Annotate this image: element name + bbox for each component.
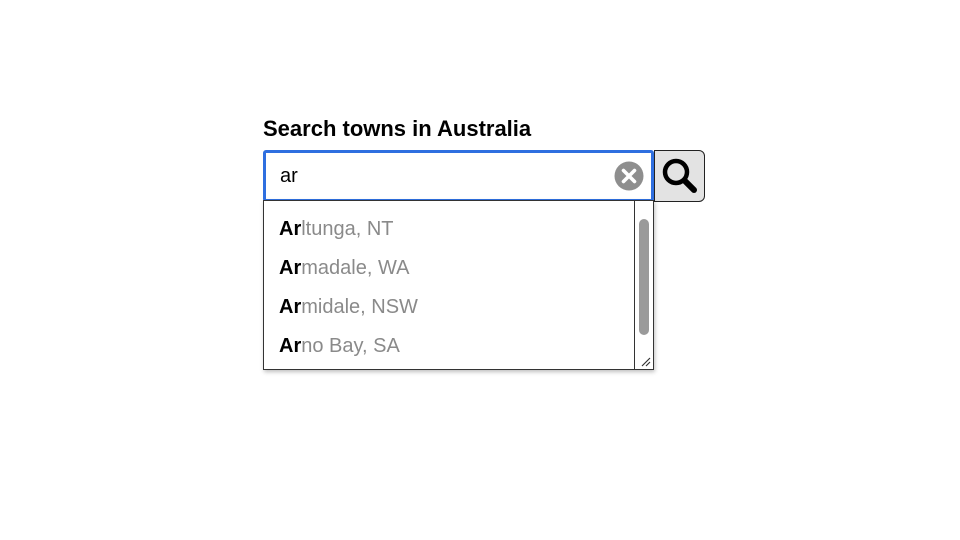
search-icon — [662, 158, 697, 193]
suggestion-list: Arltunga, NT Armadale, WA Armidale, NSW … — [279, 214, 418, 369]
dropdown-scrollbar[interactable] — [634, 201, 653, 369]
search-title: Search towns in Australia — [263, 116, 532, 141]
search-input-value[interactable]: ar — [280, 153, 298, 199]
suggestion-rest: no Bay, SA — [301, 335, 400, 357]
search-row: ar — [263, 150, 705, 202]
resize-grip-icon[interactable] — [639, 355, 651, 367]
scrollbar-thumb[interactable] — [639, 219, 649, 335]
suggestion-item[interactable]: Armadale, WA — [279, 253, 418, 292]
clear-icon[interactable] — [614, 161, 644, 191]
search-input[interactable]: ar — [263, 150, 654, 202]
town-search-widget: Search towns in Australia ar Arltunga, N… — [263, 116, 705, 370]
suggestion-rest: madale, WA — [301, 257, 410, 279]
suggestion-dropdown: Arltunga, NT Armadale, WA Armidale, NSW … — [263, 200, 654, 370]
suggestion-rest: midale, NSW — [301, 296, 418, 318]
suggestion-item[interactable]: Arltunga, NT — [279, 214, 418, 253]
suggestion-match: Ar — [279, 335, 302, 357]
suggestion-rest: ltunga, NT — [301, 218, 394, 240]
suggestion-item[interactable]: Arno Bay, SA — [279, 331, 418, 369]
search-button[interactable] — [654, 150, 705, 202]
suggestion-match: Ar — [279, 296, 302, 318]
suggestion-item[interactable]: Armidale, NSW — [279, 292, 418, 331]
suggestion-match: Ar — [279, 218, 302, 240]
suggestion-match: Ar — [279, 257, 302, 279]
